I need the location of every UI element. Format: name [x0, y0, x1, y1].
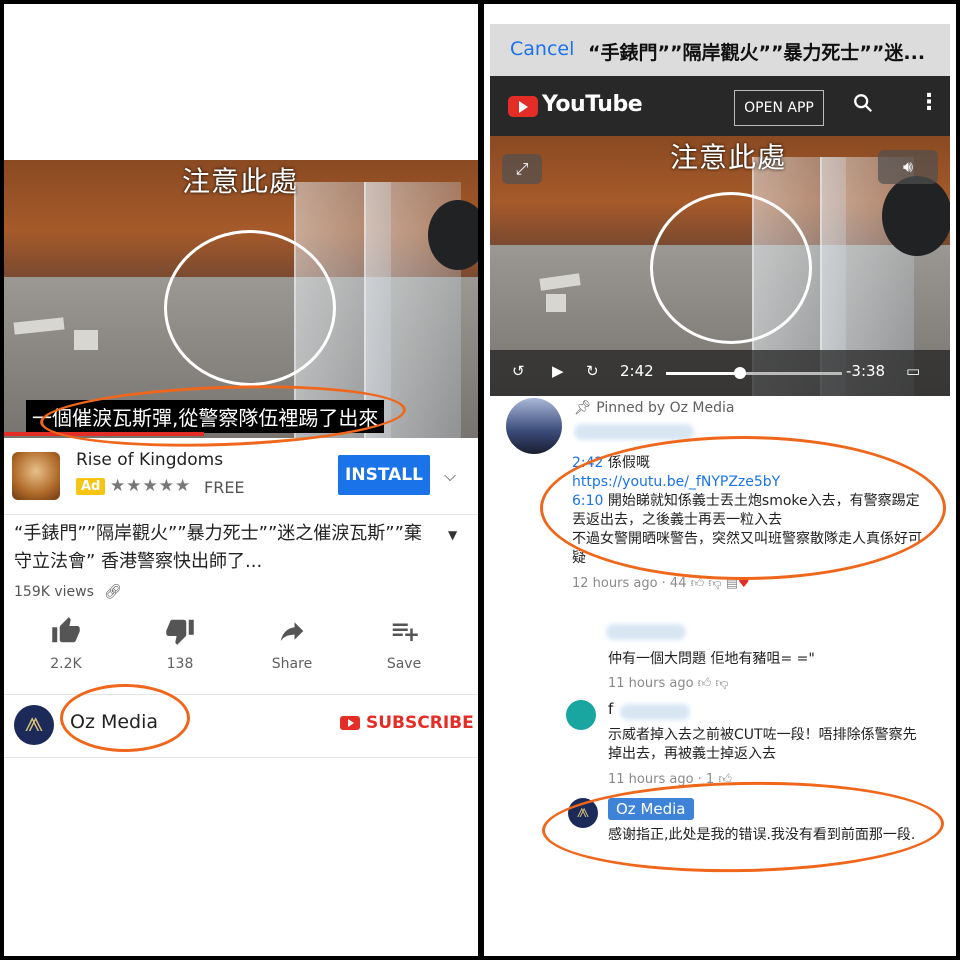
current-time: 2:42	[620, 362, 654, 380]
ad-banner[interactable]: Rise of Kingdoms Ad ★★★★★ FREE INSTALL ⌵	[4, 438, 478, 515]
video-controls: ↺ ▶ ↻ 2:42 -3:38 ▭	[490, 350, 950, 396]
scrubber-fill	[666, 372, 740, 375]
right-screenshot: Cancel “手錶門””隔岸觀火””暴力死士””迷... YouTube OP…	[484, 4, 956, 956]
share-icon	[252, 616, 332, 650]
youtube-play-icon	[340, 716, 360, 730]
play-icon[interactable]: ▶	[552, 362, 564, 380]
redacted-username	[606, 624, 686, 640]
highlight-circle	[164, 230, 336, 386]
search-icon[interactable]	[852, 92, 874, 120]
youtube-wordmark[interactable]: YouTube	[542, 92, 643, 117]
volume-icon[interactable]: 🔊︎	[878, 150, 938, 184]
youtube-logo-icon[interactable]	[508, 96, 538, 117]
share-label: Share	[271, 656, 313, 672]
open-app-button[interactable]: OPEN APP	[734, 90, 824, 126]
playlist-add-icon	[364, 616, 444, 650]
video-overlay-caption: 注意此處	[182, 165, 299, 198]
pinned-text: Pinned by Oz Media	[596, 400, 735, 416]
view-count: 159K views	[14, 584, 94, 600]
thumbs-up-icon	[26, 616, 106, 650]
install-button[interactable]: INSTALL	[338, 455, 430, 495]
ad-app-logo	[12, 452, 60, 500]
remaining-time: -3:38	[846, 362, 886, 380]
redacted-username	[620, 704, 690, 720]
commenter-avatar[interactable]	[566, 700, 596, 730]
thumbs-down-icon	[140, 616, 220, 650]
like-icon[interactable]: 👍︎	[698, 676, 712, 691]
reply-author[interactable]: f	[608, 700, 613, 719]
youtube-header: YouTube OPEN APP ⋮	[490, 76, 950, 136]
dislike-button[interactable]: 138	[140, 616, 220, 672]
subscribe-button[interactable]: SUBSCRIBE	[340, 713, 474, 733]
rewind-15-icon[interactable]: ↺	[512, 362, 525, 380]
pinned-label: 📌︎ Pinned by Oz Media	[574, 400, 734, 416]
save-label: Save	[386, 656, 422, 672]
annotation-ring	[541, 778, 945, 876]
comment-meta-text: 12 hours ago · 44	[572, 576, 687, 591]
browser-nav-bar: Cancel “手錶門””隔岸觀火””暴力死士””迷...	[490, 24, 950, 76]
page-title: “手錶門””隔岸觀火””暴力死士””迷...	[588, 42, 926, 64]
airplay-icon[interactable]: ▭	[906, 362, 920, 380]
ad-app-name: Rise of Kingdoms	[76, 450, 224, 470]
subscribe-label: SUBSCRIBE	[366, 713, 474, 733]
rating-stars-icon: ★★★★★	[110, 476, 192, 496]
share-button[interactable]: Share	[252, 616, 332, 672]
channel-avatar[interactable]: ⨇	[14, 705, 54, 745]
video-debris	[74, 330, 98, 350]
pin-icon: 📌︎	[574, 400, 597, 416]
redacted-username	[574, 424, 694, 440]
video-title[interactable]: “手錶門””隔岸觀火””暴力死士””迷之催淚瓦斯””棄守立法會” 香港警察快出師…	[14, 520, 434, 576]
scrubber-handle[interactable]	[733, 367, 746, 379]
video-overlay-caption: 注意此處	[670, 141, 787, 174]
video-helmet	[882, 176, 950, 256]
reply-text: 示威者掉入去之前被CUT咗一段！唔排除係警察先掉出去，再被義士掉返入去	[608, 727, 917, 762]
commenter-avatar[interactable]	[506, 398, 562, 454]
save-button[interactable]: Save	[364, 616, 444, 672]
highlight-circle	[650, 192, 812, 344]
link-icon: 🔗︎	[104, 584, 122, 600]
dislike-count: 138	[166, 656, 194, 672]
video-debris	[546, 294, 566, 312]
expand-icon[interactable]: ⤢	[502, 154, 542, 184]
dislike-icon[interactable]: 👎︎	[715, 676, 728, 691]
scrubber[interactable]	[666, 367, 842, 379]
expand-description-icon[interactable]: ▼	[448, 528, 457, 542]
chevron-down-icon[interactable]: ⌵	[444, 466, 456, 486]
more-options-icon[interactable]: ⋮	[918, 90, 940, 115]
reply-text: 仲有一個大問題 佢地有豬咀= ="	[608, 651, 815, 667]
comment-meta: 11 hours ago 👍︎ 👎︎	[608, 676, 729, 691]
annotation-ring	[540, 436, 946, 580]
like-button[interactable]: 2.2K	[26, 616, 106, 672]
ad-badge: Ad	[76, 478, 106, 495]
annotation-ring	[60, 684, 190, 752]
left-screenshot: 注意此處 一個催淚瓦斯彈,從警察隊伍裡踢了出來 Rise of Kingdoms…	[4, 4, 478, 956]
ad-price: FREE	[204, 478, 245, 497]
comment-meta-text: 11 hours ago	[608, 676, 694, 691]
cancel-button[interactable]: Cancel	[510, 38, 574, 60]
like-count: 2.2K	[50, 656, 82, 672]
forward-15-icon[interactable]: ↻	[586, 362, 599, 380]
